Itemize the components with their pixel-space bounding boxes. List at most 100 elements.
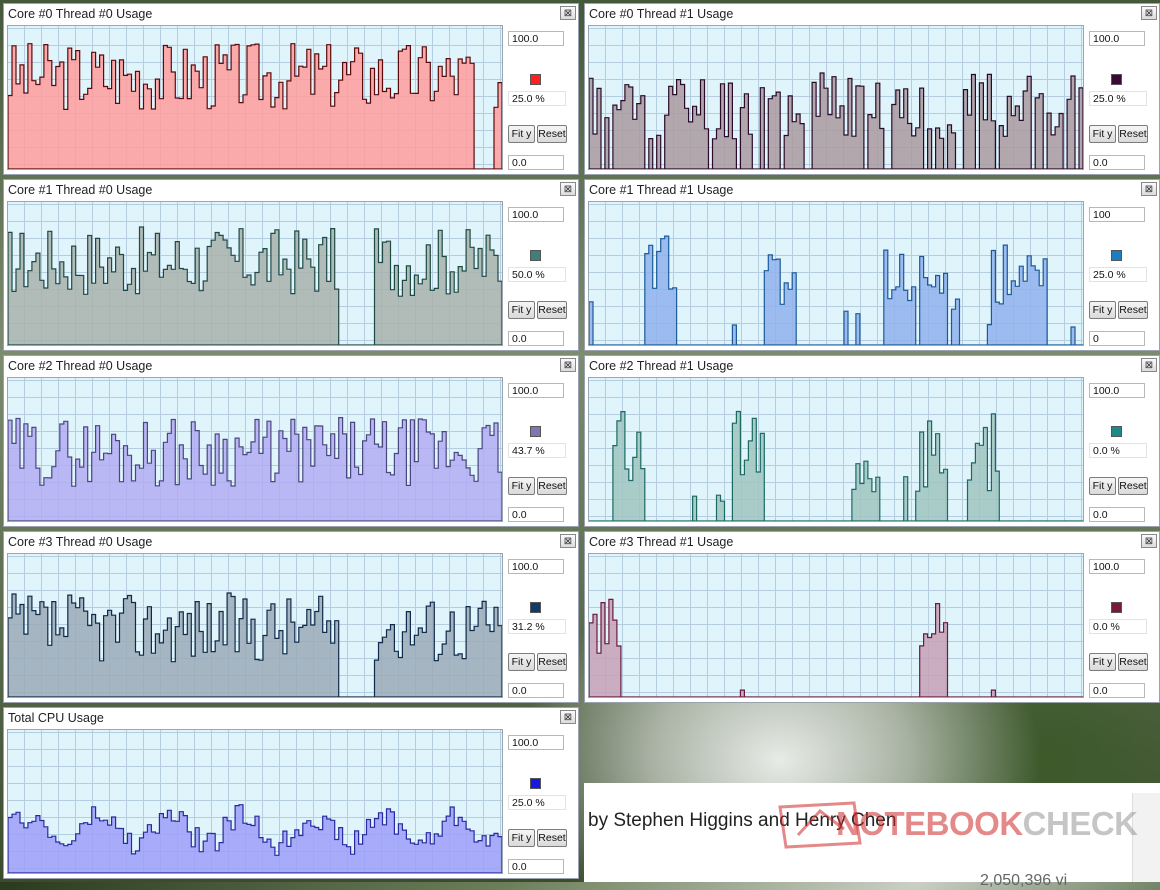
close-icon[interactable]: ⊠ [1141,534,1157,548]
close-icon[interactable]: ⊠ [560,710,576,724]
fit-y-button[interactable]: Fit y [508,301,535,319]
y-min-field[interactable]: 0.0 [1089,507,1145,522]
reset-button[interactable]: Reset [537,477,567,495]
fit-y-button[interactable]: Fit y [508,829,535,847]
usage-graph-svg [8,804,502,873]
usage-graph-svg [8,43,502,169]
series-color-swatch[interactable] [530,74,541,85]
y-max-field[interactable]: 100.0 [508,735,564,750]
close-icon[interactable]: ⊠ [1141,6,1157,20]
graph-controls: 100.0 25.0 % Fit y Reset 0.0 [1086,25,1156,170]
y-min-field[interactable]: 0 [1089,331,1145,346]
gadget-titlebar[interactable]: Core #2 Thread #0 Usage ⊠ [4,356,578,376]
reset-button[interactable]: Reset [537,125,567,143]
fit-y-button[interactable]: Fit y [1089,301,1116,319]
series-color-swatch[interactable] [530,250,541,261]
close-icon[interactable]: ⊠ [560,182,576,196]
series-color-swatch[interactable] [1111,602,1122,613]
gadget-core0-thread1: Core #0 Thread #1 Usage ⊠ 100.0 25.0 % F… [584,3,1160,175]
current-usage-readout: 43.7 % [508,443,566,458]
gadget-titlebar[interactable]: Core #0 Thread #0 Usage ⊠ [4,4,578,24]
series-color-swatch[interactable] [530,426,541,437]
usage-graph [7,201,503,346]
gadget-titlebar[interactable]: Core #1 Thread #1 Usage ⊠ [585,180,1159,200]
current-usage-readout: 25.0 % [508,795,566,810]
usage-area [8,592,502,697]
reset-button[interactable]: Reset [537,301,567,319]
reset-button[interactable]: Reset [1118,653,1148,671]
series-color-swatch[interactable] [1111,426,1122,437]
reset-button[interactable]: Reset [1118,125,1148,143]
gadget-titlebar[interactable]: Core #3 Thread #1 Usage ⊠ [585,532,1159,552]
series-color-swatch[interactable] [530,602,541,613]
gadget-titlebar[interactable]: Total CPU Usage ⊠ [4,708,578,728]
usage-area [589,235,1083,345]
usage-graph-svg [589,235,1083,345]
y-max-field[interactable]: 100.0 [508,207,564,222]
usage-graph-svg [8,226,502,345]
graph-controls: 100.0 31.2 % Fit y Reset 0.0 [505,553,575,698]
close-icon[interactable]: ⊠ [560,534,576,548]
y-max-field[interactable]: 100.0 [1089,31,1145,46]
y-max-field[interactable]: 100 [1089,207,1145,222]
current-usage-readout: 31.2 % [508,619,566,634]
y-max-field[interactable]: 100.0 [508,383,564,398]
gadget-title: Core #3 Thread #0 Usage [8,535,153,549]
y-min-field[interactable]: 0.0 [508,859,564,874]
y-max-field[interactable]: 100.0 [1089,559,1145,574]
series-color-swatch[interactable] [530,778,541,789]
close-icon[interactable]: ⊠ [560,358,576,372]
reset-button[interactable]: Reset [1118,477,1148,495]
gadget-title: Core #2 Thread #0 Usage [8,359,153,373]
gadget-total-cpu: Total CPU Usage ⊠ 100.0 25.0 % Fit y Res… [3,707,579,879]
gadget-titlebar[interactable]: Core #1 Thread #0 Usage ⊠ [4,180,578,200]
usage-area [8,417,502,521]
reset-button[interactable]: Reset [537,653,567,671]
y-min-field[interactable]: 0.0 [1089,155,1145,170]
fit-y-button[interactable]: Fit y [1089,653,1116,671]
reset-button[interactable]: Reset [1118,301,1148,319]
y-min-field[interactable]: 0.0 [508,155,564,170]
y-max-field[interactable]: 100.0 [508,31,564,46]
reset-button[interactable]: Reset [537,829,567,847]
gadget-core3-thread1: Core #3 Thread #1 Usage ⊠ 100.0 0.0 % Fi… [584,531,1160,703]
current-usage-readout: 50.0 % [508,267,566,282]
y-min-field[interactable]: 0.0 [1089,683,1145,698]
current-usage-readout: 0.0 % [1089,619,1147,634]
fit-y-button[interactable]: Fit y [1089,125,1116,143]
fit-y-button[interactable]: Fit y [1089,477,1116,495]
y-min-field[interactable]: 0.0 [508,683,564,698]
fit-y-button[interactable]: Fit y [508,477,535,495]
gadget-titlebar[interactable]: Core #2 Thread #1 Usage ⊠ [585,356,1159,376]
gadget-titlebar[interactable]: Core #3 Thread #0 Usage ⊠ [4,532,578,552]
y-min-field[interactable]: 0.0 [508,331,564,346]
gadget-title: Core #0 Thread #0 Usage [8,7,153,21]
series-color-swatch[interactable] [1111,250,1122,261]
close-icon[interactable]: ⊠ [560,6,576,20]
usage-area [8,804,502,873]
gadget-title: Core #2 Thread #1 Usage [589,359,734,373]
close-icon[interactable]: ⊠ [1141,182,1157,196]
y-max-field[interactable]: 100.0 [508,559,564,574]
y-max-field[interactable]: 100.0 [1089,383,1145,398]
series-color-swatch[interactable] [1111,74,1122,85]
graph-controls: 100.0 0.0 % Fit y Reset 0.0 [1086,377,1156,522]
y-min-field[interactable]: 0.0 [508,507,564,522]
close-icon[interactable]: ⊠ [1141,358,1157,372]
gadget-core0-thread0: Core #0 Thread #0 Usage ⊠ 100.0 25.0 % F… [3,3,579,175]
gadget-title: Core #0 Thread #1 Usage [589,7,734,21]
current-usage-readout: 0.0 % [1089,443,1147,458]
gadget-titlebar[interactable]: Core #0 Thread #1 Usage ⊠ [585,4,1159,24]
article-view-count: 2,050,396 vi [980,872,1068,889]
current-usage-readout: 25.0 % [508,91,566,106]
usage-graph [7,25,503,170]
fit-y-button[interactable]: Fit y [508,125,535,143]
gadget-core3-thread0: Core #3 Thread #0 Usage ⊠ 100.0 31.2 % F… [3,531,579,703]
usage-graph-svg [589,410,1083,521]
gadget-title: Core #1 Thread #1 Usage [589,183,734,197]
graph-controls: 100 25.0 % Fit y Reset 0 [1086,201,1156,346]
gadget-title: Core #3 Thread #1 Usage [589,535,734,549]
fit-y-button[interactable]: Fit y [508,653,535,671]
graph-controls: 100.0 25.0 % Fit y Reset 0.0 [505,25,575,170]
usage-area [589,598,1083,697]
